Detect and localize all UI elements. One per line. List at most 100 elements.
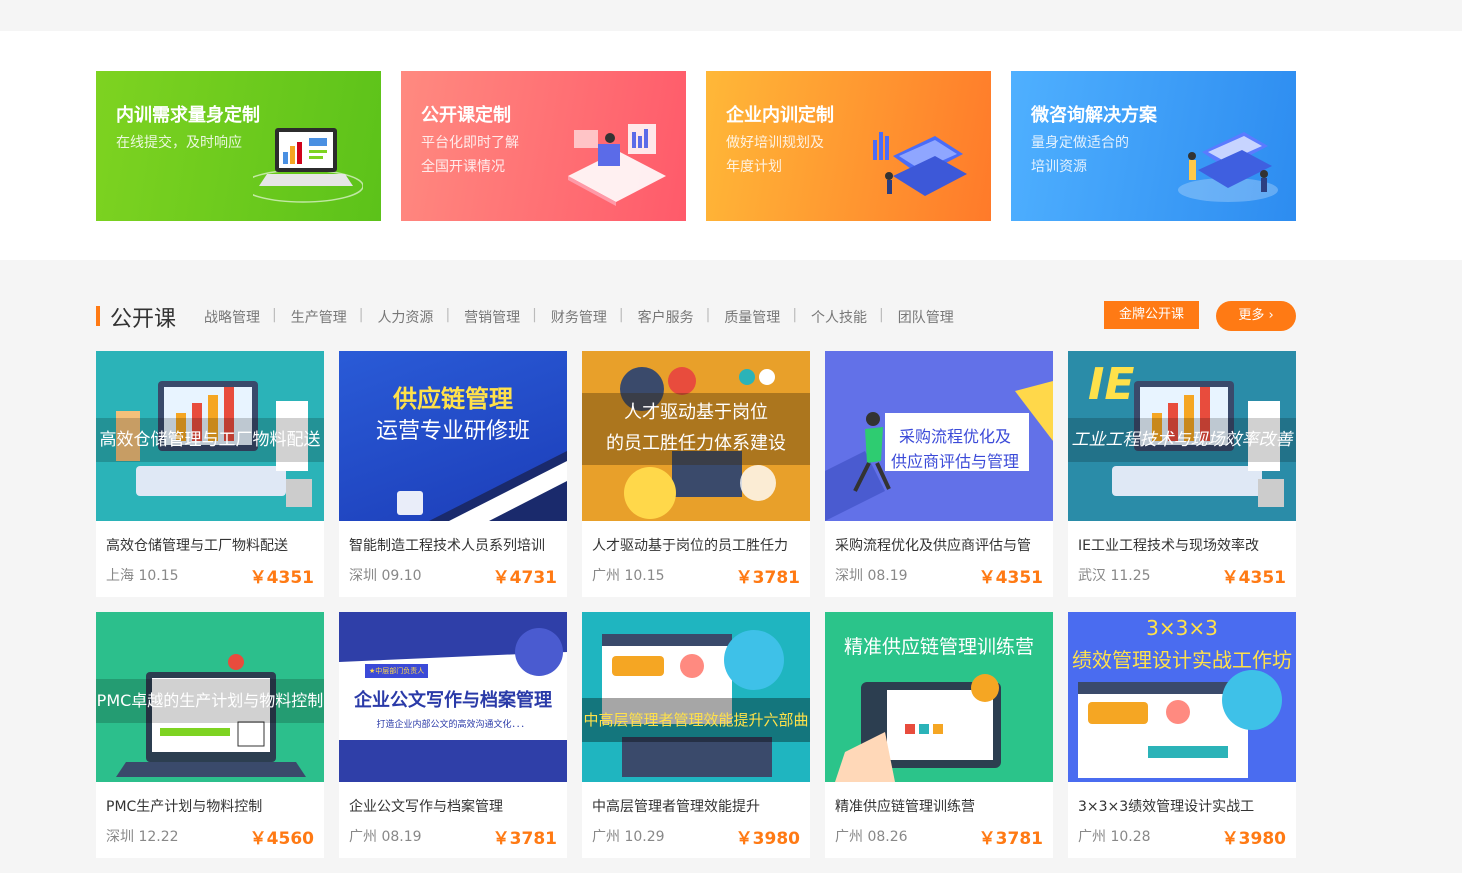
course-card[interactable]: ★中层部门负责人 企业公文写作与档案管理 打造企业内部公文的高效沟通文化．．． … bbox=[339, 612, 567, 858]
course-price: ￥3781 bbox=[492, 829, 557, 849]
banner-inhouse-needs[interactable]: 内训需求量身定制 在线提交，及时响应 bbox=[96, 71, 381, 221]
course-title: 高效仓储管理与工厂物料配送 bbox=[106, 538, 288, 554]
course-date: 10.15 bbox=[138, 568, 179, 584]
banner-micro-consulting[interactable]: 微咨询解决方案 量身定做适合的 培训资源 bbox=[1011, 71, 1296, 221]
course-location-date: 上海 10.15 bbox=[106, 565, 179, 585]
banner-title: 微咨询解决方案 bbox=[1031, 105, 1157, 126]
course-thumbnail: 人才驱动基于岗位 的员工胜任力体系建设 bbox=[582, 351, 810, 521]
course-thumbnail: ★中层部门负责人 企业公文写作与档案管理 打造企业内部公文的高效沟通文化．．． bbox=[339, 612, 567, 782]
course-city: 上海 bbox=[106, 568, 134, 584]
course-title: 精准供应链管理训练营 bbox=[835, 799, 975, 815]
course-card[interactable]: PMC卓越的生产计划与物料控制 PMC生产计划与物料控制 深圳 12.22 ￥4… bbox=[96, 612, 324, 858]
thumbnail-title: 3×3×3 bbox=[1146, 616, 1218, 640]
thumbnail-subtitle: 运营专业研修班 bbox=[375, 419, 530, 444]
thumbnail-tag: ★中层部门负责人 bbox=[365, 664, 429, 678]
course-date: 10.28 bbox=[1110, 829, 1151, 845]
banner-subtitle: 在线提交，及时响应 bbox=[116, 135, 242, 151]
course-city: 广州 bbox=[592, 829, 620, 845]
banner-title: 企业内训定制 bbox=[726, 105, 834, 126]
course-date: 08.19 bbox=[867, 568, 908, 584]
course-location-date: 广州 10.28 bbox=[1078, 826, 1151, 846]
thumbnail-title: 精准供应链管理训练营 bbox=[843, 636, 1034, 658]
thumbnail-subtitle: 绩效管理设计实战工作坊 bbox=[1072, 648, 1292, 672]
course-title: 智能制造工程技术人员系列培训 bbox=[349, 538, 545, 554]
course-date: 12.22 bbox=[138, 829, 179, 845]
thumbnail-caption: 高效仓储管理与工厂物料配送 bbox=[96, 418, 324, 462]
course-city: 深圳 bbox=[835, 568, 863, 584]
course-thumbnail: 供应链管理 运营专业研修班 bbox=[339, 351, 567, 521]
course-date: 08.26 bbox=[867, 829, 908, 845]
banner-public-course[interactable]: 公开课定制 平台化即时了解 全国开课情况 bbox=[401, 71, 686, 221]
course-location-date: 深圳 08.19 bbox=[835, 565, 908, 585]
course-thumbnail: 采购流程优化及 供应商评估与管理 bbox=[825, 351, 1053, 521]
course-card[interactable]: 高效仓储管理与工厂物料配送 高效仓储管理与工厂物料配送 上海 10.15 ￥43… bbox=[96, 351, 324, 597]
thumbnail-caption: 工业工程技术与现场效率改善 bbox=[1068, 418, 1296, 462]
category-finance[interactable]: 财务管理 bbox=[551, 307, 619, 327]
course-title: 3×3×3绩效管理设计实战工 bbox=[1078, 799, 1255, 815]
banner-enterprise-training[interactable]: 企业内训定制 做好培训规划及 年度计划 bbox=[706, 71, 991, 221]
course-city: 武汉 bbox=[1078, 568, 1106, 584]
course-thumbnail: 3×3×3 绩效管理设计实战工作坊 bbox=[1068, 612, 1296, 782]
course-card[interactable]: IE 工业工程技术与现场效率改善 IE工业工程技术与现场效率改 武汉 11.25… bbox=[1068, 351, 1296, 597]
course-price: ￥4351 bbox=[1221, 568, 1286, 588]
category-marketing[interactable]: 营销管理 bbox=[464, 307, 532, 327]
course-card[interactable]: 人才驱动基于岗位 的员工胜任力体系建设 人才驱动基于岗位的员工胜任力 广州 10… bbox=[582, 351, 810, 597]
course-price: ￥4351 bbox=[978, 568, 1043, 588]
course-price: ￥4731 bbox=[492, 568, 557, 588]
course-price: ￥3980 bbox=[1221, 829, 1286, 849]
course-title: IE工业工程技术与现场效率改 bbox=[1078, 538, 1259, 554]
course-card[interactable]: 3×3×3 绩效管理设计实战工作坊 3×3×3绩效管理设计实战工 广州 10.2… bbox=[1068, 612, 1296, 858]
platform-isometric-icon bbox=[568, 124, 666, 206]
course-thumbnail: IE 工业工程技术与现场效率改善 bbox=[1068, 351, 1296, 521]
course-city: 广州 bbox=[349, 829, 377, 845]
course-card[interactable]: 采购流程优化及 供应商评估与管理 采购流程优化及供应商评估与管 深圳 08.19… bbox=[825, 351, 1053, 597]
course-city: 深圳 bbox=[106, 829, 134, 845]
course-price: ￥4351 bbox=[249, 568, 314, 588]
gold-course-button[interactable]: 金牌公开课 bbox=[1104, 301, 1199, 329]
category-customer-service[interactable]: 客户服务 bbox=[638, 307, 706, 327]
course-price: ￥3980 bbox=[735, 829, 800, 849]
more-button[interactable]: 更多 › bbox=[1216, 301, 1296, 331]
thumbnail-caption: 中高层管理者管理效能提升六部曲 bbox=[582, 698, 810, 742]
section-title: 公开课 bbox=[110, 307, 177, 332]
course-location-date: 深圳 12.22 bbox=[106, 826, 179, 846]
thumbnail-caption-line1: 人才驱动基于岗位 bbox=[582, 393, 810, 429]
banner-title: 内训需求量身定制 bbox=[116, 105, 260, 126]
course-thumbnail: PMC卓越的生产计划与物料控制 bbox=[96, 612, 324, 782]
banner-subtitle: 做好培训规划及 年度计划 bbox=[726, 135, 824, 175]
course-location-date: 深圳 09.10 bbox=[349, 565, 422, 585]
title-accent-bar bbox=[96, 306, 100, 326]
course-date: 10.29 bbox=[624, 829, 665, 845]
course-location-date: 广州 08.19 bbox=[349, 826, 422, 846]
thumbnail-title: 采购流程优化及 bbox=[898, 427, 1011, 446]
course-date: 10.15 bbox=[624, 568, 665, 584]
category-nav: 战略管理 | 生产管理 | 人力资源 | 营销管理 | 财务管理 | 客户服务 | 质量管理… bbox=[204, 307, 966, 327]
thumbnail-caption-line2: 的员工胜任力体系建设 bbox=[582, 429, 810, 465]
browser-globe-icon bbox=[602, 630, 784, 777]
course-date: 11.25 bbox=[1110, 568, 1151, 584]
thumbnail-subtitle: 供应商评估与管理 bbox=[890, 452, 1019, 471]
public-course-header: 公开课 战略管理 | 生产管理 | 人力资源 | 营销管理 | 财务管理 | 客户服务 | … bbox=[96, 300, 1296, 332]
category-production[interactable]: 生产管理 bbox=[291, 307, 359, 327]
course-city: 广州 bbox=[592, 568, 620, 584]
category-team[interactable]: 团队管理 bbox=[898, 307, 966, 327]
course-price: ￥3781 bbox=[978, 829, 1043, 849]
course-city: 广州 bbox=[835, 829, 863, 845]
course-thumbnail: 精准供应链管理训练营 bbox=[825, 612, 1053, 782]
category-strategy[interactable]: 战略管理 bbox=[204, 307, 272, 327]
category-personal-skills[interactable]: 个人技能 bbox=[811, 307, 879, 327]
course-location-date: 广州 08.26 bbox=[835, 826, 908, 846]
course-thumbnail: 中高层管理者管理效能提升六部曲 bbox=[582, 612, 810, 782]
course-location-date: 广州 10.29 bbox=[592, 826, 665, 846]
course-card[interactable]: 精准供应链管理训练营 精准供应链管理训练营 广州 08.26 ￥3781 bbox=[825, 612, 1053, 858]
service-banners: 内训需求量身定制 在线提交，及时响应 公开课定制 平台化即时了解 全国开课情况 bbox=[0, 31, 1462, 260]
course-city: 广州 bbox=[1078, 829, 1106, 845]
course-title: 人才驱动基于岗位的员工胜任力 bbox=[592, 538, 788, 554]
course-city: 深圳 bbox=[349, 568, 377, 584]
course-title: 采购流程优化及供应商评估与管 bbox=[835, 538, 1031, 554]
category-hr[interactable]: 人力资源 bbox=[377, 307, 445, 327]
banner-subtitle: 量身定做适合的 培训资源 bbox=[1031, 135, 1129, 175]
course-card[interactable]: 中高层管理者管理效能提升六部曲 中高层管理者管理效能提升 广州 10.29 ￥3… bbox=[582, 612, 810, 858]
course-card[interactable]: 供应链管理 运营专业研修班 智能制造工程技术人员系列培训 深圳 09.10 ￥4… bbox=[339, 351, 567, 597]
category-quality[interactable]: 质量管理 bbox=[724, 307, 792, 327]
